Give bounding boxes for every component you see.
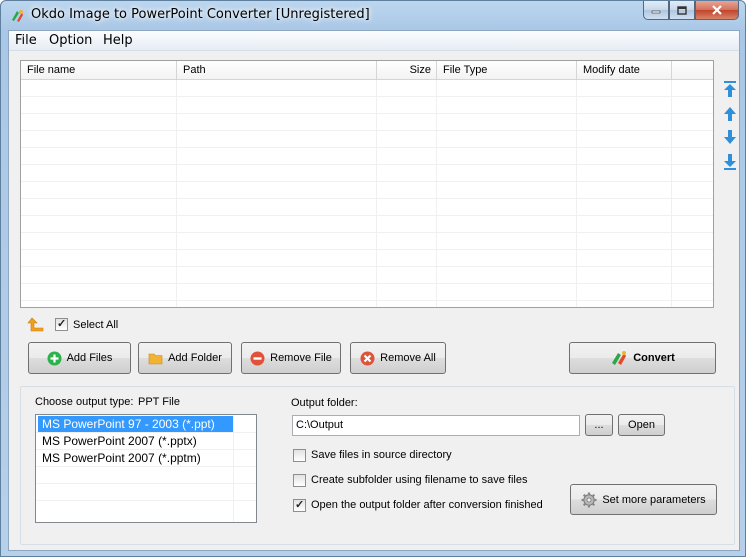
move-up-icon[interactable] (722, 105, 738, 123)
menu-help[interactable]: Help (103, 33, 133, 48)
file-list-body[interactable] (21, 80, 713, 307)
maximize-button[interactable] (669, 1, 695, 20)
check-mark-icon: ✓ (295, 499, 305, 511)
minimize-icon (651, 10, 661, 14)
menu-bar: File Option Help (9, 31, 739, 51)
add-folder-button[interactable]: Add Folder (138, 342, 232, 374)
set-more-parameters-button[interactable]: Set more parameters (570, 484, 717, 515)
column-path[interactable]: Path (177, 61, 377, 79)
remove-file-label: Remove File (270, 352, 332, 364)
up-level-icon[interactable] (27, 317, 44, 332)
remove-all-button[interactable]: Remove All (350, 342, 446, 374)
remove-icon (250, 351, 265, 365)
gear-icon (581, 492, 597, 507)
maximize-icon (677, 5, 687, 15)
move-top-icon[interactable] (722, 80, 738, 98)
client-area: File Option Help File name Path Size Fil… (8, 30, 740, 551)
title-bar[interactable]: Okdo Image to PowerPoint Converter [Unre… (1, 1, 745, 30)
folder-icon (148, 353, 163, 364)
grid-line (671, 80, 672, 307)
window-controls (643, 1, 739, 21)
output-type-pptx[interactable]: MS PowerPoint 2007 (*.pptx) (38, 433, 201, 449)
select-all-label: Select All (73, 319, 119, 331)
minimize-button[interactable] (643, 1, 669, 20)
check-mark-icon: ✓ (57, 318, 67, 330)
grid-line (176, 80, 177, 307)
file-list[interactable]: File name Path Size File Type Modify dat… (20, 60, 714, 308)
open-button[interactable]: Open (618, 414, 665, 436)
grid-line (576, 80, 577, 307)
file-list-header: File name Path Size File Type Modify dat… (21, 61, 713, 80)
open-output-folder-label: Open the output folder after conversion … (311, 499, 543, 511)
add-files-label: Add Files (66, 352, 113, 364)
column-file-name[interactable]: File name (21, 61, 177, 79)
menu-file[interactable]: File (15, 33, 37, 48)
okdo-app-icon (12, 10, 23, 22)
grid-line (36, 483, 256, 484)
output-folder-label: Output folder: (291, 397, 358, 409)
create-subfolder-checkbox[interactable] (293, 474, 306, 487)
save-in-source-checkbox[interactable] (293, 449, 306, 462)
output-type-list[interactable]: MS PowerPoint 97 - 2003 (*.ppt) MS Power… (35, 414, 257, 523)
select-all-checkbox[interactable]: ✓ (55, 318, 68, 331)
move-down-icon[interactable] (722, 128, 738, 146)
convert-label: Convert (633, 352, 675, 364)
output-type-label: Choose output type: (35, 396, 134, 408)
window-title: Okdo Image to PowerPoint Converter [Unre… (31, 7, 370, 22)
create-subfolder-label: Create subfolder using filename to save … (311, 474, 528, 486)
save-in-source-label: Save files in source directory (311, 449, 452, 461)
set-more-parameters-label: Set more parameters (602, 493, 706, 506)
column-file-type[interactable]: File Type (437, 61, 577, 79)
grid-line (376, 80, 377, 307)
remove-all-icon (360, 351, 375, 365)
output-settings-panel: Choose output type: PPT File MS PowerPoi… (20, 386, 735, 545)
column-modify-date[interactable]: Modify date (577, 61, 672, 79)
browse-button[interactable]: ... (585, 414, 613, 436)
grid-line (436, 80, 437, 307)
output-folder-input[interactable]: C:\Output (292, 415, 580, 436)
output-type-value: PPT File (138, 396, 180, 408)
grid-line (36, 466, 256, 467)
move-bottom-icon[interactable] (722, 153, 738, 171)
column-size[interactable]: Size (377, 61, 437, 79)
grid-line (36, 500, 256, 501)
remove-all-label: Remove All (380, 352, 436, 364)
add-folder-label: Add Folder (168, 352, 222, 364)
convert-button[interactable]: Convert (569, 342, 716, 374)
close-button[interactable] (695, 1, 739, 20)
close-icon (712, 5, 722, 15)
convert-icon (612, 351, 627, 365)
output-type-pptm[interactable]: MS PowerPoint 2007 (*.pptm) (38, 450, 205, 466)
add-icon (47, 351, 62, 365)
menu-option[interactable]: Option (49, 33, 92, 48)
add-files-button[interactable]: Add Files (28, 342, 131, 374)
output-type-ppt[interactable]: MS PowerPoint 97 - 2003 (*.ppt) (38, 416, 233, 432)
remove-file-button[interactable]: Remove File (241, 342, 341, 374)
open-output-folder-checkbox[interactable]: ✓ (293, 499, 306, 512)
app-window: Okdo Image to PowerPoint Converter [Unre… (0, 0, 746, 557)
